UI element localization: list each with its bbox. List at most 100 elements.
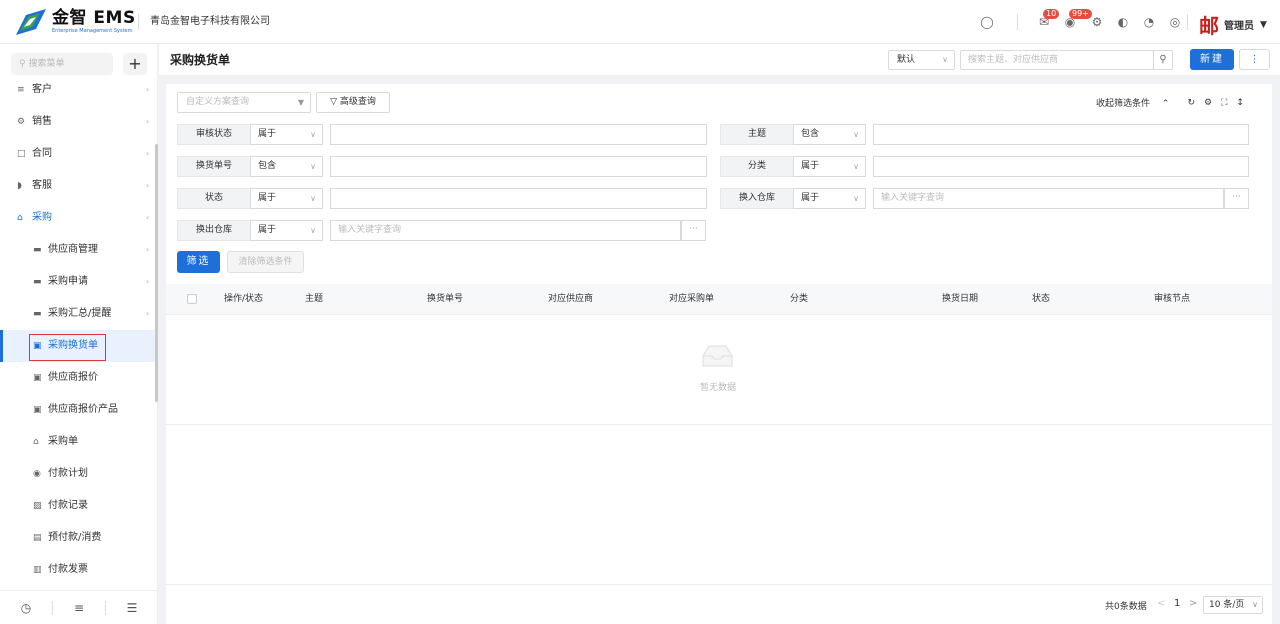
prepay-icon: ▤ [33, 533, 42, 543]
column-header[interactable]: 对应供应商 [548, 284, 593, 315]
plan-icon: ◉ [33, 469, 41, 479]
filter-operator-select[interactable]: 属于 ∨ [793, 156, 866, 177]
search-icon[interactable]: ◯ [978, 13, 996, 31]
empty-box-icon [701, 344, 734, 368]
page-number[interactable]: 1 [1174, 598, 1180, 609]
filter-label: 分类 [720, 156, 794, 177]
pie-chart-icon[interactable]: ◔ [1140, 13, 1158, 31]
view-select[interactable]: 默认 ∨ [888, 50, 955, 70]
sidebar-item-label: 预付款/消费 [48, 532, 102, 543]
filter-value-input[interactable] [873, 156, 1249, 177]
density-icon[interactable]: ↕ [1236, 98, 1244, 108]
sidebar-item[interactable]: □ 合同 › [0, 138, 158, 170]
filter-value-input[interactable] [330, 124, 707, 145]
chevron-down-icon: ▼ [1260, 19, 1267, 30]
total-count: 共0条数据 [1105, 602, 1147, 612]
sidebar-item[interactable]: ▬ 供应商管理 › [0, 234, 158, 266]
filter-icon: ▽ [330, 97, 338, 107]
bell-icon[interactable]: ◉ 99+ [1061, 9, 1092, 31]
column-header[interactable]: 对应采购单 [669, 284, 714, 315]
column-header[interactable]: 审核节点 [1154, 284, 1190, 315]
filter-label: 主题 [720, 124, 794, 145]
column-header[interactable]: 换货日期 [942, 284, 978, 315]
app-logo[interactable]: 金智 EMS Enterprise Management System [16, 9, 136, 35]
sidebar-item[interactable]: ▨ 付款记录 [0, 490, 158, 522]
chevron-down-icon: ∨ [310, 162, 316, 171]
filter-operator-select[interactable]: 属于 ∨ [250, 124, 323, 145]
mail-icon[interactable]: ✉ 10 [1035, 9, 1060, 31]
sidebar-item[interactable]: ⌂ 采购单 [0, 426, 158, 458]
filter-picker-button[interactable]: ··· [681, 220, 706, 241]
sidebar-item-label: 供应商管理 [48, 244, 98, 255]
settings-icon[interactable]: ⚙ [1204, 98, 1212, 108]
column-header[interactable]: 换货单号 [427, 284, 463, 315]
filter-operator-select[interactable]: 属于 ∨ [793, 188, 866, 209]
select-all-checkbox[interactable] [187, 294, 197, 304]
chevron-icon: › [146, 309, 150, 318]
filter-value-input[interactable]: 输入关键字查询 [330, 220, 681, 241]
page-size-select[interactable]: 10 条/页 ∨ [1203, 596, 1263, 614]
refresh-icon[interactable]: ↻ [1187, 98, 1195, 108]
column-header[interactable]: 状态 [1032, 284, 1050, 315]
collapse-filter-label: 收起筛选条件 [1096, 99, 1151, 109]
chevron-down-icon: ∨ [310, 226, 316, 235]
sidebar-item[interactable]: ≡ 客户 › [0, 74, 158, 106]
fullscreen-icon[interactable]: ⛶ [1221, 98, 1227, 108]
filter-value-input[interactable]: 输入关键字查询 [873, 188, 1224, 209]
sidebar-item[interactable]: ▥ 付款发票 [0, 554, 158, 586]
sidebar-item-label: 付款发票 [48, 564, 88, 575]
chevron-icon: › [146, 277, 150, 286]
next-page-icon[interactable]: > [1189, 598, 1197, 609]
adjust-icon[interactable]: ≡ [53, 601, 105, 615]
new-button[interactable]: 新建 [1190, 49, 1234, 70]
collapse-filter-button[interactable]: 收起筛选条件 ⌃ [1096, 96, 1178, 109]
header-search-input[interactable]: 搜索主题、对应供应商 [960, 50, 1154, 70]
sidebar-item[interactable]: ▣ 采购换货单 [0, 330, 158, 362]
filter-operator-select[interactable]: 属于 ∨ [250, 220, 323, 241]
scheme-select[interactable]: 自定义方案查询 ▼ [177, 92, 311, 113]
pagination: 共0条数据 < 1 > 10 条/页 ∨ [166, 584, 1272, 624]
user-menu[interactable]: 邮 管理员 ▼ [1196, 10, 1267, 39]
filter-picker-button[interactable]: ··· [1224, 188, 1249, 209]
column-header[interactable]: 分类 [790, 284, 808, 315]
column-header[interactable]: 主题 [305, 284, 323, 315]
sidebar-item[interactable]: ▬ 采购申请 › [0, 266, 158, 298]
chart-icon: ≡ [17, 85, 25, 95]
sidebar-item[interactable]: ▬ 采购汇总/提醒 › [0, 298, 158, 330]
filter-button[interactable]: 筛选 [177, 251, 220, 273]
filter-operator-select[interactable]: 包含 ∨ [793, 124, 866, 145]
sidebar-scrollbar[interactable] [155, 144, 158, 402]
sidebar-item[interactable]: ▣ 供应商报价 [0, 362, 158, 394]
settings-icon[interactable]: ⚙ [1088, 13, 1106, 31]
search-icon[interactable]: ⚲ [1153, 50, 1173, 70]
search-menu-input[interactable]: ⚲ 搜索菜单 [11, 53, 113, 75]
add-menu-button[interactable]: + [123, 53, 147, 75]
more-button[interactable]: ⋮ [1239, 49, 1270, 70]
theme-icon[interactable]: ◐ [1114, 13, 1132, 31]
clear-filter-button[interactable]: 清除筛选条件 [227, 251, 304, 273]
collapse-menu-icon[interactable]: ☰ [106, 601, 158, 615]
help-icon[interactable]: ◎ [1166, 13, 1184, 31]
chevron-down-icon: ∨ [310, 194, 316, 203]
prev-page-icon[interactable]: < [1157, 598, 1165, 609]
sidebar-item-label: 采购汇总/提醒 [48, 308, 112, 319]
filter-value-input[interactable] [330, 188, 707, 209]
sidebar-item[interactable]: ▣ 供应商报价产品 [0, 394, 158, 426]
sidebar-item[interactable]: ◗ 客服 › [0, 170, 158, 202]
filter-operator-select[interactable]: 包含 ∨ [250, 156, 323, 177]
filter-label: 审核状态 [177, 124, 251, 145]
sidebar-item[interactable]: ◉ 付款计划 [0, 458, 158, 490]
sidebar-menu: ≡ 客户 › ⚙ 销售 › □ 合同 › ◗ 客服 › ⌂ 采购 ‹ ▬ 供应商管理 › ▬ 采购申请 › ▬ 采购汇总/提… [0, 74, 158, 586]
sidebar-item[interactable]: ⚙ 销售 › [0, 106, 158, 138]
table-header: 操作/状态 主题 换货单号 对应供应商 对应采购单 分类 换货日期 状态 审核节点 [166, 284, 1272, 315]
filter-value-input[interactable] [330, 156, 707, 177]
advanced-search-button[interactable]: ▽ 高级查询 [316, 92, 390, 113]
sidebar-item[interactable]: ⌂ 采购 ‹ [0, 202, 158, 234]
history-icon[interactable]: ◷ [0, 601, 52, 615]
filter-operator-select[interactable]: 属于 ∨ [250, 188, 323, 209]
page-size-value: 10 条/页 [1209, 600, 1245, 610]
view-select-value: 默认 [897, 55, 916, 65]
column-header[interactable]: 操作/状态 [224, 284, 263, 315]
sidebar-item[interactable]: ▤ 预付款/消费 [0, 522, 158, 554]
filter-value-input[interactable] [873, 124, 1249, 145]
